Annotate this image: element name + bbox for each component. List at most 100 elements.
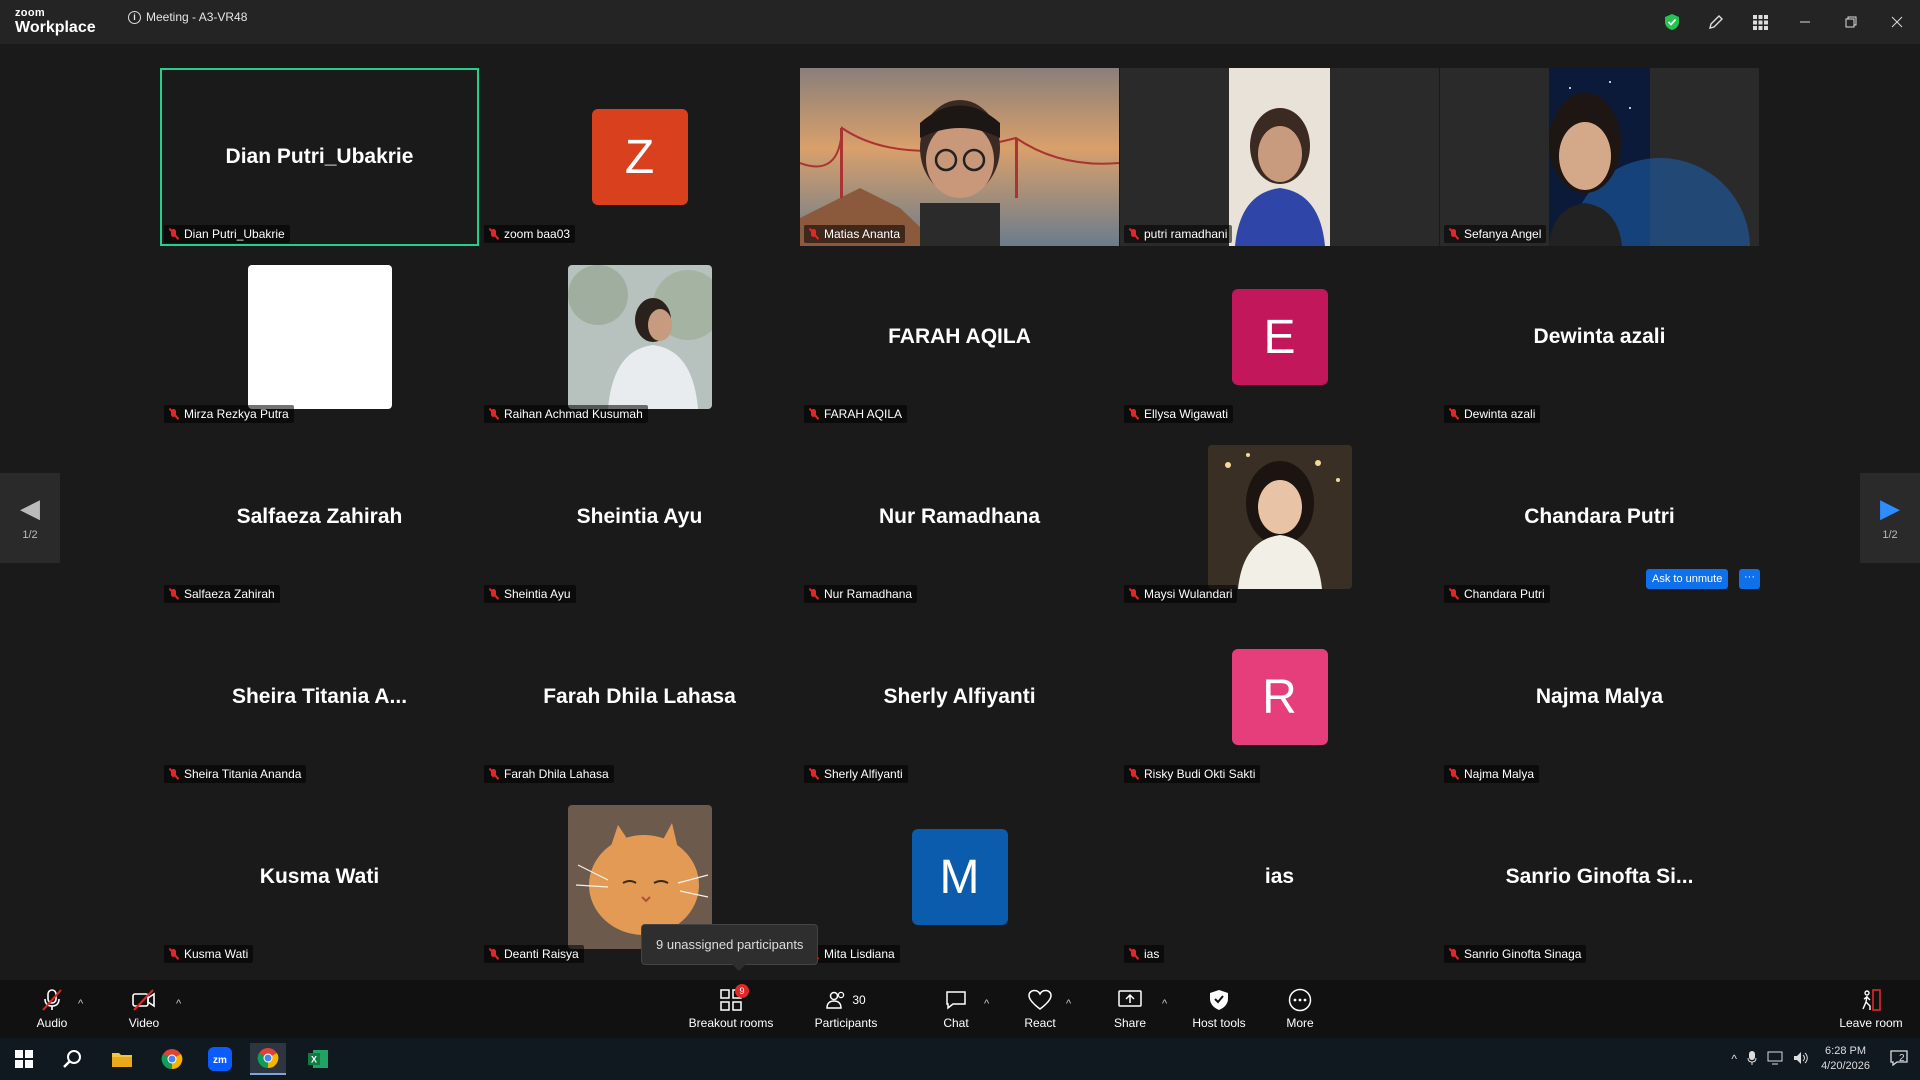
participant-label-text: Farah Dhila Lahasa xyxy=(504,767,609,781)
chat-options-caret-icon[interactable]: ^ xyxy=(984,998,989,1010)
participant-tile[interactable]: Raihan Achmad Kusumah xyxy=(480,248,799,426)
participant-display-name: Farah Dhila Lahasa xyxy=(543,685,736,708)
participant-tile[interactable]: Sefanya Angel xyxy=(1440,68,1759,246)
participant-tile[interactable]: M Mita Lisdiana xyxy=(800,788,1119,966)
search-icon[interactable] xyxy=(54,1043,90,1075)
windows-start-icon[interactable] xyxy=(6,1043,42,1075)
shield-check-icon[interactable] xyxy=(1650,0,1694,44)
more-label: More xyxy=(1286,1016,1314,1030)
breakout-tooltip: 9 unassigned participants xyxy=(641,924,819,971)
close-icon[interactable] xyxy=(1874,0,1920,44)
breakout-rooms-label: Breakout rooms xyxy=(688,1016,774,1030)
participant-name-label: Farah Dhila Lahasa xyxy=(484,765,614,783)
audio-options-caret-icon[interactable]: ^ xyxy=(78,998,83,1010)
share-options-caret-icon[interactable]: ^ xyxy=(1162,998,1167,1010)
video-options-caret-icon[interactable]: ^ xyxy=(176,998,181,1010)
previous-page-button[interactable]: ◀ 1/2 xyxy=(0,473,60,563)
microphone-tray-icon[interactable] xyxy=(1747,1050,1757,1069)
mic-muted-icon xyxy=(1448,228,1460,240)
mic-muted-icon xyxy=(1128,408,1140,420)
participant-tile[interactable]: Kusma Wati Kusma Wati xyxy=(160,788,479,966)
participant-tile[interactable]: Zzoom baa03 xyxy=(480,68,799,246)
excel-icon[interactable]: X xyxy=(300,1043,336,1075)
zoom-icon[interactable]: zm xyxy=(202,1043,238,1075)
meeting-title: Meeting - A3-VR48 xyxy=(146,10,248,24)
react-options-caret-icon[interactable]: ^ xyxy=(1066,998,1071,1010)
tile-more-options-button[interactable]: ··· xyxy=(1739,569,1760,589)
participant-tile[interactable]: Mirza Rezkya Putra xyxy=(160,248,479,426)
audio-button[interactable]: Audio xyxy=(32,980,72,1038)
minimize-icon[interactable] xyxy=(1782,0,1828,44)
svg-text:zm: zm xyxy=(213,1055,227,1066)
restore-icon[interactable] xyxy=(1828,0,1874,44)
file-explorer-icon[interactable] xyxy=(104,1043,140,1075)
video-gallery: ◀ 1/2 ▶ 1/2 Dian Putri_Ubakrie Dian Putri… xyxy=(0,44,1920,980)
mic-muted-icon xyxy=(488,948,500,960)
participant-name-label: Sefanya Angel xyxy=(1444,225,1547,243)
participant-tile[interactable]: Matias Ananta xyxy=(800,68,1119,246)
participant-tile[interactable]: E Ellysa Wigawati xyxy=(1120,248,1439,426)
participant-tile[interactable]: Sheintia Ayu Sheintia Ayu xyxy=(480,428,799,606)
breakout-rooms-button[interactable]: 9 Breakout rooms xyxy=(684,980,778,1038)
participant-tile[interactable]: FARAH AQILA FARAH AQILA xyxy=(800,248,1119,426)
participant-name-label: Risky Budi Okti Sakti xyxy=(1124,765,1261,783)
next-page-button[interactable]: ▶ 1/2 xyxy=(1860,473,1920,563)
participant-display-name: ias xyxy=(1264,865,1295,888)
react-button[interactable]: React xyxy=(1020,980,1060,1038)
chevron-up-icon[interactable]: ^ xyxy=(1731,1052,1737,1066)
participant-tile[interactable]: Nur Ramadhana Nur Ramadhana xyxy=(800,428,1119,606)
participant-display-name: Salfaeza Zahirah xyxy=(236,505,403,528)
participant-name-label: Salfaeza Zahirah xyxy=(164,585,280,603)
participant-display-name: Sheira Titania A... xyxy=(231,685,408,708)
participant-label-text: Sheira Titania Ananda xyxy=(184,767,302,781)
participant-tile[interactable]: Maysi Wulandari xyxy=(1120,428,1439,606)
participant-video xyxy=(1120,68,1439,246)
share-button[interactable]: Share xyxy=(1110,980,1150,1038)
chrome-active-icon[interactable] xyxy=(250,1043,286,1075)
page-indicator-left: 1/2 xyxy=(22,529,38,541)
apps-grid-icon[interactable] xyxy=(1738,0,1782,44)
participant-tile[interactable]: ias ias xyxy=(1120,788,1439,966)
participant-tile[interactable]: Dewinta azali Dewinta azali xyxy=(1440,248,1759,426)
participant-tile[interactable]: Najma Malya Najma Malya xyxy=(1440,608,1759,786)
participant-tile[interactable]: R Risky Budi Okti Sakti xyxy=(1120,608,1439,786)
chat-button[interactable]: Chat xyxy=(936,980,976,1038)
participant-grid: Dian Putri_Ubakrie Dian Putri_Ubakrie Zzoo… xyxy=(160,68,1759,966)
participant-label-text: Dewinta azali xyxy=(1464,407,1536,421)
participant-label-text: Nur Ramadhana xyxy=(824,587,913,601)
participant-display-name: Dian Putri_Ubakrie xyxy=(225,145,414,168)
participant-label-text: Maysi Wulandari xyxy=(1144,587,1233,601)
participants-label: Participants xyxy=(814,1016,878,1030)
participant-tile[interactable]: Sheira Titania A... Sheira Titania Ananda xyxy=(160,608,479,786)
participant-tile[interactable]: putri ramadhani xyxy=(1120,68,1439,246)
participant-label-text: Sefanya Angel xyxy=(1464,227,1542,241)
host-tools-label: Host tools xyxy=(1192,1016,1246,1030)
participant-tile[interactable]: Sanrio Ginofta Si... Sanrio Ginofta Sinag… xyxy=(1440,788,1759,966)
participant-tile[interactable]: Salfaeza Zahirah Salfaeza Zahirah xyxy=(160,428,479,606)
chrome-icon[interactable] xyxy=(154,1043,190,1075)
participant-video xyxy=(1440,68,1759,246)
participant-name-label: Chandara Putri xyxy=(1444,585,1550,603)
participant-tile[interactable]: Dian Putri_Ubakrie Dian Putri_Ubakrie xyxy=(160,68,479,246)
meeting-info[interactable]: i Meeting - A3-VR48 xyxy=(128,10,247,24)
system-clock[interactable]: 6:28 PM 4/20/2026 xyxy=(1821,1044,1870,1074)
participant-photo xyxy=(247,265,392,409)
participant-tile[interactable]: Sherly Alfiyanti Sherly Alfiyanti xyxy=(800,608,1119,786)
more-button[interactable]: More xyxy=(1280,980,1320,1038)
pencil-icon[interactable] xyxy=(1694,0,1738,44)
participant-photo xyxy=(1207,445,1352,589)
notification-center-icon[interactable]: 2 xyxy=(1890,1049,1908,1069)
ask-to-unmute-button[interactable]: Ask to unmute xyxy=(1646,569,1729,589)
mic-muted-icon xyxy=(488,228,500,240)
network-icon[interactable] xyxy=(1767,1051,1783,1068)
video-button[interactable]: Video xyxy=(124,980,164,1038)
participant-name-label: Nur Ramadhana xyxy=(804,585,918,603)
breakout-rooms-icon: 9 xyxy=(720,984,749,1012)
participant-display-name: Najma Malya xyxy=(1535,685,1664,708)
speaker-icon[interactable] xyxy=(1793,1051,1809,1068)
participant-photo xyxy=(567,265,712,409)
participants-button[interactable]: 30 Participants xyxy=(812,980,880,1038)
leave-room-button[interactable]: Leave room xyxy=(1836,980,1906,1038)
host-tools-button[interactable]: Host tools xyxy=(1188,980,1250,1038)
participant-tile[interactable]: Farah Dhila Lahasa Farah Dhila Lahasa xyxy=(480,608,799,786)
